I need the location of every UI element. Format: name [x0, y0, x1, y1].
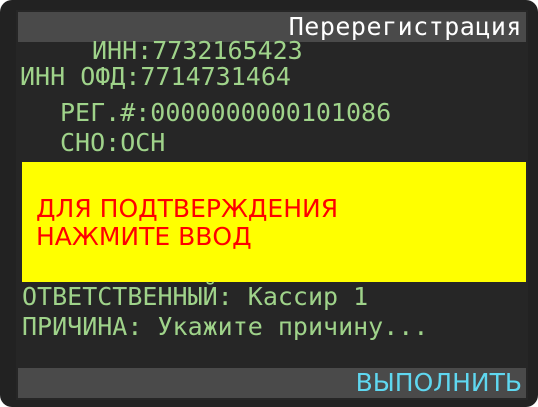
execute-button[interactable]: ВЫПОЛНИТЬ — [356, 366, 522, 400]
confirmation-notice: ДЛЯ ПОДТВЕРЖДЕНИЯ НАЖМИТЕ ВВОД — [22, 162, 526, 282]
responsible-field: ОТВЕТСТВЕННЫЙ: Кассир 1 — [22, 282, 369, 311]
notice-line-1: ДЛЯ ПОДТВЕРЖДЕНИЯ — [36, 194, 339, 223]
reason-field[interactable]: ПРИЧИНА: Укажите причину... — [22, 312, 428, 342]
notice-line-2: НАЖМИТЕ ВВОД — [36, 222, 252, 251]
inn-ofd-field: ИНН ОФД:7714731464 — [20, 62, 291, 91]
action-bar: ВЫПОЛНИТЬ — [18, 368, 526, 398]
display-screen: Перерегистрация ИНН:7732165423 ИНН ОФД:7… — [16, 10, 528, 400]
registration-number-field: РЕГ.#:0000000000101086 — [60, 98, 392, 127]
screen-title: Перерегистрация — [288, 12, 522, 41]
device-frame: Перерегистрация ИНН:7732165423 ИНН ОФД:7… — [0, 0, 538, 407]
tax-system-field: СНО:ОСН — [60, 128, 166, 157]
